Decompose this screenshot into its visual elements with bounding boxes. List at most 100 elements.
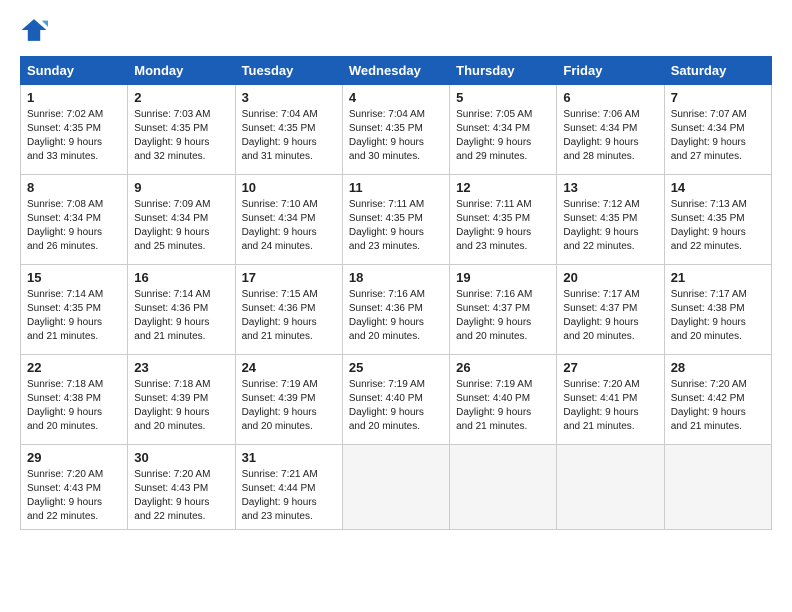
day-info: Sunrise: 7:18 AM Sunset: 4:38 PM Dayligh… bbox=[27, 378, 121, 434]
day-number: 14 bbox=[671, 180, 765, 195]
day-info: Sunrise: 7:10 AM Sunset: 4:34 PM Dayligh… bbox=[242, 198, 336, 254]
calendar-cell: 10 Sunrise: 7:10 AM Sunset: 4:34 PM Dayl… bbox=[235, 175, 342, 265]
calendar-cell: 2 Sunrise: 7:03 AM Sunset: 4:35 PM Dayli… bbox=[128, 85, 235, 175]
day-number: 2 bbox=[134, 90, 228, 105]
calendar-cell: 29 Sunrise: 7:20 AM Sunset: 4:43 PM Dayl… bbox=[21, 445, 128, 530]
calendar-week-4: 22 Sunrise: 7:18 AM Sunset: 4:38 PM Dayl… bbox=[21, 355, 772, 445]
calendar-cell: 18 Sunrise: 7:16 AM Sunset: 4:36 PM Dayl… bbox=[342, 265, 449, 355]
calendar-cell: 17 Sunrise: 7:15 AM Sunset: 4:36 PM Dayl… bbox=[235, 265, 342, 355]
day-number: 22 bbox=[27, 360, 121, 375]
calendar-cell: 31 Sunrise: 7:21 AM Sunset: 4:44 PM Dayl… bbox=[235, 445, 342, 530]
calendar-cell: 24 Sunrise: 7:19 AM Sunset: 4:39 PM Dayl… bbox=[235, 355, 342, 445]
day-number: 23 bbox=[134, 360, 228, 375]
calendar-cell: 27 Sunrise: 7:20 AM Sunset: 4:41 PM Dayl… bbox=[557, 355, 664, 445]
day-number: 6 bbox=[563, 90, 657, 105]
day-info: Sunrise: 7:20 AM Sunset: 4:42 PM Dayligh… bbox=[671, 378, 765, 434]
col-header-tuesday: Tuesday bbox=[235, 57, 342, 85]
col-header-saturday: Saturday bbox=[664, 57, 771, 85]
day-info: Sunrise: 7:11 AM Sunset: 4:35 PM Dayligh… bbox=[456, 198, 550, 254]
calendar-cell: 30 Sunrise: 7:20 AM Sunset: 4:43 PM Dayl… bbox=[128, 445, 235, 530]
day-info: Sunrise: 7:19 AM Sunset: 4:40 PM Dayligh… bbox=[349, 378, 443, 434]
day-number: 11 bbox=[349, 180, 443, 195]
day-number: 27 bbox=[563, 360, 657, 375]
calendar-week-5: 29 Sunrise: 7:20 AM Sunset: 4:43 PM Dayl… bbox=[21, 445, 772, 530]
calendar-cell: 20 Sunrise: 7:17 AM Sunset: 4:37 PM Dayl… bbox=[557, 265, 664, 355]
calendar-cell: 19 Sunrise: 7:16 AM Sunset: 4:37 PM Dayl… bbox=[450, 265, 557, 355]
col-header-sunday: Sunday bbox=[21, 57, 128, 85]
calendar-cell: 8 Sunrise: 7:08 AM Sunset: 4:34 PM Dayli… bbox=[21, 175, 128, 265]
day-info: Sunrise: 7:11 AM Sunset: 4:35 PM Dayligh… bbox=[349, 198, 443, 254]
calendar-cell bbox=[664, 445, 771, 530]
day-info: Sunrise: 7:20 AM Sunset: 4:43 PM Dayligh… bbox=[27, 468, 121, 524]
day-info: Sunrise: 7:05 AM Sunset: 4:34 PM Dayligh… bbox=[456, 108, 550, 164]
day-number: 1 bbox=[27, 90, 121, 105]
day-info: Sunrise: 7:17 AM Sunset: 4:37 PM Dayligh… bbox=[563, 288, 657, 344]
day-info: Sunrise: 7:06 AM Sunset: 4:34 PM Dayligh… bbox=[563, 108, 657, 164]
day-number: 3 bbox=[242, 90, 336, 105]
day-info: Sunrise: 7:20 AM Sunset: 4:41 PM Dayligh… bbox=[563, 378, 657, 434]
day-info: Sunrise: 7:02 AM Sunset: 4:35 PM Dayligh… bbox=[27, 108, 121, 164]
col-header-thursday: Thursday bbox=[450, 57, 557, 85]
day-number: 12 bbox=[456, 180, 550, 195]
day-number: 7 bbox=[671, 90, 765, 105]
day-number: 29 bbox=[27, 450, 121, 465]
day-number: 19 bbox=[456, 270, 550, 285]
day-info: Sunrise: 7:14 AM Sunset: 4:35 PM Dayligh… bbox=[27, 288, 121, 344]
calendar-cell: 14 Sunrise: 7:13 AM Sunset: 4:35 PM Dayl… bbox=[664, 175, 771, 265]
day-info: Sunrise: 7:04 AM Sunset: 4:35 PM Dayligh… bbox=[242, 108, 336, 164]
calendar-cell bbox=[557, 445, 664, 530]
calendar-cell: 26 Sunrise: 7:19 AM Sunset: 4:40 PM Dayl… bbox=[450, 355, 557, 445]
calendar-cell: 23 Sunrise: 7:18 AM Sunset: 4:39 PM Dayl… bbox=[128, 355, 235, 445]
calendar-cell: 9 Sunrise: 7:09 AM Sunset: 4:34 PM Dayli… bbox=[128, 175, 235, 265]
calendar-cell: 16 Sunrise: 7:14 AM Sunset: 4:36 PM Dayl… bbox=[128, 265, 235, 355]
calendar-cell: 12 Sunrise: 7:11 AM Sunset: 4:35 PM Dayl… bbox=[450, 175, 557, 265]
day-info: Sunrise: 7:13 AM Sunset: 4:35 PM Dayligh… bbox=[671, 198, 765, 254]
calendar-cell: 28 Sunrise: 7:20 AM Sunset: 4:42 PM Dayl… bbox=[664, 355, 771, 445]
col-header-wednesday: Wednesday bbox=[342, 57, 449, 85]
day-info: Sunrise: 7:14 AM Sunset: 4:36 PM Dayligh… bbox=[134, 288, 228, 344]
calendar-cell: 6 Sunrise: 7:06 AM Sunset: 4:34 PM Dayli… bbox=[557, 85, 664, 175]
calendar-cell: 1 Sunrise: 7:02 AM Sunset: 4:35 PM Dayli… bbox=[21, 85, 128, 175]
day-info: Sunrise: 7:07 AM Sunset: 4:34 PM Dayligh… bbox=[671, 108, 765, 164]
day-info: Sunrise: 7:16 AM Sunset: 4:37 PM Dayligh… bbox=[456, 288, 550, 344]
col-header-monday: Monday bbox=[128, 57, 235, 85]
calendar-week-1: 1 Sunrise: 7:02 AM Sunset: 4:35 PM Dayli… bbox=[21, 85, 772, 175]
day-info: Sunrise: 7:09 AM Sunset: 4:34 PM Dayligh… bbox=[134, 198, 228, 254]
day-info: Sunrise: 7:19 AM Sunset: 4:40 PM Dayligh… bbox=[456, 378, 550, 434]
day-info: Sunrise: 7:15 AM Sunset: 4:36 PM Dayligh… bbox=[242, 288, 336, 344]
day-number: 25 bbox=[349, 360, 443, 375]
day-number: 31 bbox=[242, 450, 336, 465]
logo-icon bbox=[20, 16, 48, 44]
day-number: 16 bbox=[134, 270, 228, 285]
day-number: 20 bbox=[563, 270, 657, 285]
calendar-cell: 22 Sunrise: 7:18 AM Sunset: 4:38 PM Dayl… bbox=[21, 355, 128, 445]
day-number: 18 bbox=[349, 270, 443, 285]
calendar-header-row: SundayMondayTuesdayWednesdayThursdayFrid… bbox=[21, 57, 772, 85]
day-number: 13 bbox=[563, 180, 657, 195]
day-info: Sunrise: 7:08 AM Sunset: 4:34 PM Dayligh… bbox=[27, 198, 121, 254]
day-number: 8 bbox=[27, 180, 121, 195]
calendar-cell: 7 Sunrise: 7:07 AM Sunset: 4:34 PM Dayli… bbox=[664, 85, 771, 175]
day-info: Sunrise: 7:20 AM Sunset: 4:43 PM Dayligh… bbox=[134, 468, 228, 524]
day-number: 17 bbox=[242, 270, 336, 285]
calendar-cell: 25 Sunrise: 7:19 AM Sunset: 4:40 PM Dayl… bbox=[342, 355, 449, 445]
day-number: 28 bbox=[671, 360, 765, 375]
day-number: 10 bbox=[242, 180, 336, 195]
day-number: 4 bbox=[349, 90, 443, 105]
day-number: 15 bbox=[27, 270, 121, 285]
calendar-week-3: 15 Sunrise: 7:14 AM Sunset: 4:35 PM Dayl… bbox=[21, 265, 772, 355]
calendar-cell: 4 Sunrise: 7:04 AM Sunset: 4:35 PM Dayli… bbox=[342, 85, 449, 175]
col-header-friday: Friday bbox=[557, 57, 664, 85]
day-info: Sunrise: 7:03 AM Sunset: 4:35 PM Dayligh… bbox=[134, 108, 228, 164]
day-info: Sunrise: 7:17 AM Sunset: 4:38 PM Dayligh… bbox=[671, 288, 765, 344]
day-number: 30 bbox=[134, 450, 228, 465]
calendar-cell: 13 Sunrise: 7:12 AM Sunset: 4:35 PM Dayl… bbox=[557, 175, 664, 265]
day-number: 5 bbox=[456, 90, 550, 105]
calendar-week-2: 8 Sunrise: 7:08 AM Sunset: 4:34 PM Dayli… bbox=[21, 175, 772, 265]
day-number: 9 bbox=[134, 180, 228, 195]
logo bbox=[20, 16, 52, 44]
calendar-table: SundayMondayTuesdayWednesdayThursdayFrid… bbox=[20, 56, 772, 530]
day-number: 26 bbox=[456, 360, 550, 375]
day-info: Sunrise: 7:18 AM Sunset: 4:39 PM Dayligh… bbox=[134, 378, 228, 434]
calendar-cell bbox=[450, 445, 557, 530]
